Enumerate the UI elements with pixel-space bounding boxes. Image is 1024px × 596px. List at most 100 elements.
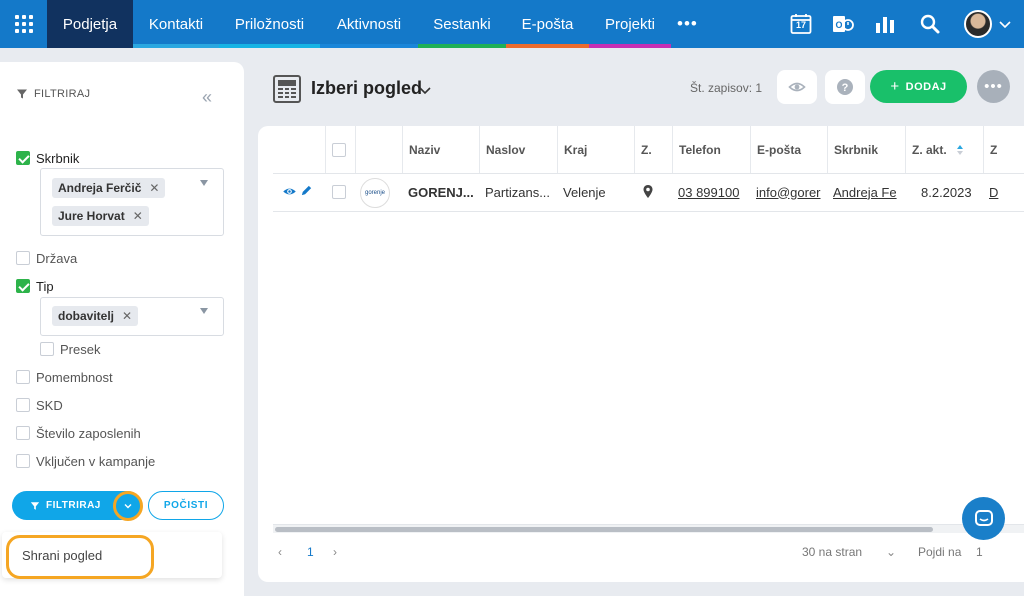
remove-chip-icon[interactable]: ✕: [122, 309, 132, 323]
search-icon[interactable]: [918, 12, 942, 36]
checkbox-presek[interactable]: [40, 342, 54, 356]
filter-options-dropdown-button[interactable]: [113, 491, 143, 521]
eye-button[interactable]: [777, 70, 817, 104]
column-header[interactable]: Naziv: [402, 126, 479, 173]
remove-chip-icon[interactable]: ✕: [149, 181, 159, 195]
horizontal-scrollbar[interactable]: [273, 524, 1024, 533]
header-select-all: [325, 126, 355, 173]
more-actions-button[interactable]: •••: [977, 70, 1010, 103]
chip-label: dobavitelj: [58, 309, 115, 323]
view-selector[interactable]: Izberi pogled: [311, 78, 422, 99]
per-page-select[interactable]: 30 na stran: [802, 545, 862, 559]
dropdown-caret-icon[interactable]: [200, 180, 208, 186]
label-tip: Tip: [36, 279, 54, 294]
add-button[interactable]: + DODAJ: [870, 70, 967, 103]
chip-skrbnik: Andreja Ferčič ✕: [52, 178, 166, 198]
table-card: Naziv Naslov Kraj Z. Telefon E-pošta Skr…: [258, 126, 1024, 582]
tab-eposta[interactable]: E-pošta: [506, 0, 589, 48]
goto-input[interactable]: 1: [976, 545, 983, 559]
svg-text:?: ?: [842, 82, 849, 94]
tab-label: Projekti: [604, 15, 656, 33]
checkbox-skd[interactable]: [16, 398, 30, 412]
row-checkbox[interactable]: [332, 185, 346, 199]
column-header-label: Z. akt.: [912, 142, 947, 157]
chip-skrbnik: Jure Horvat ✕: [52, 206, 149, 226]
tab-kontakti[interactable]: Kontakti: [133, 0, 219, 48]
checkbox-skrbnik[interactable]: [16, 151, 30, 165]
label-presek: Presek: [60, 342, 101, 357]
filter-title-label: FILTRIRAJ: [34, 88, 91, 100]
outlook-sync-icon[interactable]: O: [831, 12, 855, 36]
more-tabs-button[interactable]: •••: [677, 0, 698, 48]
remove-chip-icon[interactable]: ✕: [133, 209, 143, 223]
tab-label: Podjetja: [62, 15, 118, 33]
clear-button[interactable]: POČISTI: [148, 491, 224, 520]
column-header[interactable]: Naslov: [479, 126, 557, 173]
column-header[interactable]: E-pošta: [750, 126, 827, 173]
tab-sestanki[interactable]: Sestanki: [418, 0, 506, 48]
cell-telefon[interactable]: 03 899100: [672, 173, 750, 211]
cell-naziv[interactable]: GORENJ...: [402, 173, 479, 211]
header-divider: [273, 173, 1024, 174]
calendar-day: 17: [795, 20, 806, 30]
scrollbar-thumb[interactable]: [275, 527, 933, 532]
column-header[interactable]: Telefon: [672, 126, 750, 173]
select-all-checkbox[interactable]: [332, 142, 346, 157]
chip-label: Andreja Ferčič: [58, 181, 142, 195]
label-drzava: Država: [36, 251, 78, 266]
checkbox-tip[interactable]: [16, 279, 30, 293]
tab-projekti[interactable]: Projekti: [589, 0, 671, 48]
label-skrbnik: Skrbnik: [36, 151, 80, 166]
save-view-item[interactable]: Shrani pogled: [22, 548, 102, 563]
help-button[interactable]: ?: [825, 70, 865, 104]
tab-label: E-pošta: [521, 15, 574, 33]
funnel-icon: [30, 501, 40, 510]
apps-grid-icon[interactable]: [0, 0, 47, 48]
next-page-icon[interactable]: ›: [333, 545, 337, 559]
record-count: Št. zapisov: 1: [690, 81, 763, 95]
tab-aktivnosti[interactable]: Aktivnosti: [320, 0, 418, 48]
chevron-down-icon[interactable]: [418, 83, 432, 97]
view-row-icon[interactable]: [282, 184, 297, 204]
collapse-panel-icon[interactable]: «: [202, 87, 212, 108]
edit-row-icon[interactable]: [300, 184, 313, 202]
current-page[interactable]: 1: [307, 545, 314, 559]
avatar[interactable]: [964, 10, 992, 38]
column-header-sorted[interactable]: Z. akt.: [905, 126, 983, 173]
tab-label: Kontakti: [148, 15, 204, 33]
chat-icon: [974, 509, 993, 526]
bar-chart-icon[interactable]: [873, 12, 897, 36]
column-header[interactable]: Z: [983, 126, 1024, 173]
checkbox-pomembnost[interactable]: [16, 370, 30, 384]
tab-podjetja[interactable]: Podjetja: [47, 0, 133, 48]
checkbox-kampanje[interactable]: [16, 454, 30, 468]
checkbox-zaposleni[interactable]: [16, 426, 30, 440]
label-skd: SKD: [36, 398, 63, 413]
column-header[interactable]: Kraj: [557, 126, 634, 173]
cell-naslov: Partizans...: [485, 184, 551, 200]
row-divider: [273, 211, 1024, 212]
cell-skrbnik[interactable]: Andreja Fe: [827, 173, 905, 211]
cell-z-akt: 8.2.2023: [921, 184, 972, 200]
cell-z[interactable]: D: [983, 173, 1024, 211]
label-zaposleni: Število zaposlenih: [36, 426, 141, 441]
checkbox-drzava[interactable]: [16, 251, 30, 265]
goto-label: Pojdi na: [918, 545, 962, 559]
filter-button-label: FILTRIRAJ: [46, 500, 101, 511]
help-icon: ?: [837, 79, 853, 95]
column-header[interactable]: Skrbnik: [827, 126, 905, 173]
per-page-caret-icon[interactable]: ⌄: [886, 545, 896, 559]
chevron-down-icon[interactable]: [998, 17, 1012, 31]
prev-page-icon[interactable]: ‹: [278, 545, 282, 559]
cell-eposta[interactable]: info@gorer: [750, 173, 827, 211]
tab-priloznosti[interactable]: Priložnosti: [219, 0, 320, 48]
plus-icon: +: [890, 78, 900, 95]
label-kampanje: Vključen v kampanje: [36, 454, 156, 469]
chat-widget-button[interactable]: [962, 497, 1005, 540]
map-pin-icon[interactable]: [642, 184, 654, 204]
tab-label: Sestanki: [433, 15, 491, 33]
column-header[interactable]: Z.: [634, 126, 672, 173]
svg-text:O: O: [835, 20, 842, 30]
top-navigation: Podjetja Kontakti Priložnosti Aktivnosti…: [0, 0, 1024, 48]
dropdown-caret-icon[interactable]: [200, 308, 208, 314]
